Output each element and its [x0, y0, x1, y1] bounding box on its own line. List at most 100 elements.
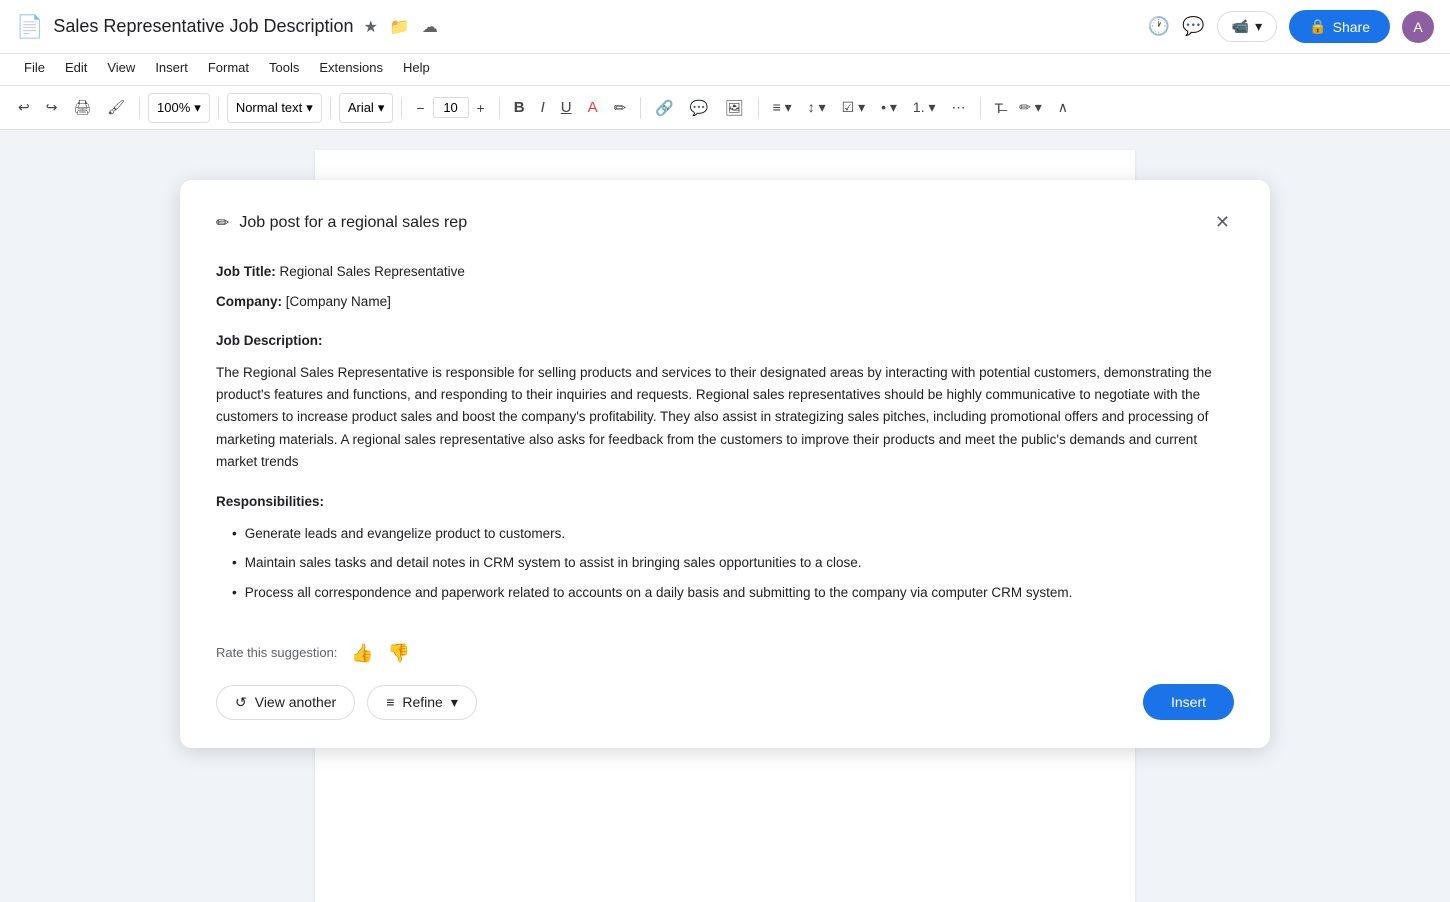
- pencil-icon: ✏: [216, 213, 229, 233]
- thumbs-up-button[interactable]: 👍: [351, 639, 373, 668]
- history-icon[interactable]: 🕐: [1148, 16, 1170, 37]
- refine-button[interactable]: ≡ Refine ▾: [367, 685, 477, 720]
- toolbar: ↩ ↪ 🖨 🖌 100% ▾ Normal text ▾ Arial ▾ − +…: [0, 86, 1450, 130]
- video-button[interactable]: 📹 ▾: [1217, 11, 1277, 42]
- doc-title: Sales Representative Job Description: [53, 16, 353, 37]
- pen-button[interactable]: ✏ ▾: [1013, 95, 1048, 120]
- dialog-title-text: Job post for a regional sales rep: [239, 214, 467, 232]
- ai-dialog-header: ✏ Job post for a regional sales rep ✕: [216, 208, 1234, 237]
- paint-format-button[interactable]: 🖌: [101, 95, 131, 120]
- action-row-left: ↺ View another ≡ Refine ▾: [216, 685, 477, 720]
- redo-button[interactable]: ↪: [40, 95, 64, 120]
- clear-format-button[interactable]: T̶: [989, 96, 1010, 120]
- menu-extensions[interactable]: Extensions: [311, 56, 391, 79]
- collapse-toolbar-button[interactable]: ∧: [1052, 95, 1074, 120]
- doc-action-icons: ★ 📁 ☁: [364, 17, 438, 37]
- company-value: [Company Name]: [286, 294, 391, 309]
- line-spacing-button[interactable]: ↕ ▾: [802, 95, 832, 120]
- menu-insert[interactable]: Insert: [147, 56, 196, 79]
- responsibilities-heading: Responsibilities:: [216, 491, 1214, 513]
- font-arrow: ▾: [378, 100, 385, 116]
- rating-row: Rate this suggestion: 👍 👎: [216, 627, 1214, 668]
- view-another-label: View another: [255, 694, 336, 710]
- divider-5: [499, 97, 500, 119]
- menu-bar: File Edit View Insert Format Tools Exten…: [0, 54, 1450, 86]
- view-another-icon: ↺: [235, 694, 247, 711]
- align-button[interactable]: ≡ ▾: [767, 95, 798, 120]
- numbered-list-button[interactable]: 1. ▾: [907, 95, 942, 120]
- font-dropdown[interactable]: Arial ▾: [339, 93, 394, 123]
- responsibilities-label: Responsibilities:: [216, 494, 324, 509]
- ai-dialog-title: ✏ Job post for a regional sales rep: [216, 213, 467, 233]
- ai-dialog: ✏ Job post for a regional sales rep ✕ Jo…: [180, 180, 1270, 748]
- menu-format[interactable]: Format: [200, 56, 257, 79]
- divider-7: [758, 97, 759, 119]
- job-title-row: Job Title: Regional Sales Representative: [216, 261, 1214, 283]
- more-options-button[interactable]: ⋯: [946, 95, 972, 120]
- doc-icon: 📄: [16, 14, 43, 40]
- content-area: ✏ Job post for a regional sales rep ✕ Jo…: [0, 130, 1450, 902]
- comment-icon[interactable]: 💬: [1182, 16, 1204, 37]
- company-row: Company: [Company Name]: [216, 291, 1214, 313]
- divider-1: [139, 97, 140, 119]
- refine-label: Refine: [402, 694, 442, 710]
- underline-button[interactable]: U: [555, 95, 578, 120]
- undo-button[interactable]: ↩: [12, 95, 36, 120]
- list-item: Process all correspondence and paperwork…: [232, 582, 1214, 604]
- share-button[interactable]: 🔒 Share: [1289, 10, 1390, 43]
- menu-tools[interactable]: Tools: [261, 56, 307, 79]
- folder-icon[interactable]: 📁: [390, 17, 410, 37]
- company-label: Company:: [216, 294, 282, 309]
- refine-icon: ≡: [386, 694, 394, 710]
- print-button[interactable]: 🖨: [67, 95, 97, 120]
- insert-button[interactable]: Insert: [1143, 684, 1234, 720]
- font-size-minus[interactable]: −: [410, 96, 430, 120]
- image-button[interactable]: 🖼: [719, 95, 750, 121]
- zoom-arrow: ▾: [194, 100, 201, 116]
- rating-label: Rate this suggestion:: [216, 643, 337, 664]
- font-size-plus[interactable]: +: [471, 96, 491, 120]
- avatar-initials: A: [1413, 19, 1422, 35]
- action-row: ↺ View another ≡ Refine ▾ Insert: [216, 684, 1234, 720]
- job-title-label: Job Title:: [216, 264, 276, 279]
- ai-dialog-content: Job Title: Regional Sales Representative…: [216, 261, 1234, 668]
- avatar[interactable]: A: [1402, 11, 1434, 43]
- cloud-icon[interactable]: ☁: [422, 17, 438, 37]
- bullet-list-button[interactable]: • ▾: [875, 95, 903, 120]
- video-icon: 📹: [1232, 18, 1249, 35]
- thumbs-down-button[interactable]: 👎: [388, 639, 410, 668]
- style-arrow: ▾: [306, 100, 313, 116]
- highlight-button[interactable]: ✏: [608, 95, 633, 121]
- style-dropdown[interactable]: Normal text ▾: [227, 93, 322, 123]
- divider-2: [218, 97, 219, 119]
- star-icon[interactable]: ★: [364, 17, 378, 37]
- menu-edit[interactable]: Edit: [57, 56, 95, 79]
- menu-file[interactable]: File: [16, 56, 53, 79]
- job-desc-label: Job Description:: [216, 333, 323, 348]
- style-label: Normal text: [236, 100, 302, 115]
- bold-button[interactable]: B: [508, 95, 531, 120]
- divider-3: [330, 97, 331, 119]
- list-item: Maintain sales tasks and detail notes in…: [232, 552, 1214, 574]
- font-size-control: − +: [410, 96, 490, 120]
- font-label: Arial: [348, 100, 374, 115]
- menu-view[interactable]: View: [99, 56, 143, 79]
- video-arrow: ▾: [1255, 18, 1262, 35]
- italic-button[interactable]: I: [535, 95, 551, 120]
- job-title-value: Regional Sales Representative: [280, 264, 465, 279]
- zoom-dropdown[interactable]: 100% ▾: [148, 93, 210, 123]
- link-button[interactable]: 🔗: [649, 95, 680, 121]
- checklist-button[interactable]: ☑ ▾: [836, 95, 871, 120]
- job-desc-heading: Job Description:: [216, 330, 1214, 352]
- share-label: Share: [1333, 19, 1370, 35]
- zoom-value: 100%: [157, 100, 190, 115]
- view-another-button[interactable]: ↺ View another: [216, 685, 355, 720]
- close-button[interactable]: ✕: [1211, 208, 1234, 237]
- text-color-button[interactable]: A: [582, 95, 604, 120]
- menu-help[interactable]: Help: [395, 56, 438, 79]
- font-size-input[interactable]: [433, 97, 469, 118]
- comment-insert-button[interactable]: 💬: [684, 95, 715, 121]
- top-bar-right: 🕐 💬 📹 ▾ 🔒 Share A: [1148, 10, 1434, 43]
- divider-8: [980, 97, 981, 119]
- list-item: Generate leads and evangelize product to…: [232, 523, 1214, 545]
